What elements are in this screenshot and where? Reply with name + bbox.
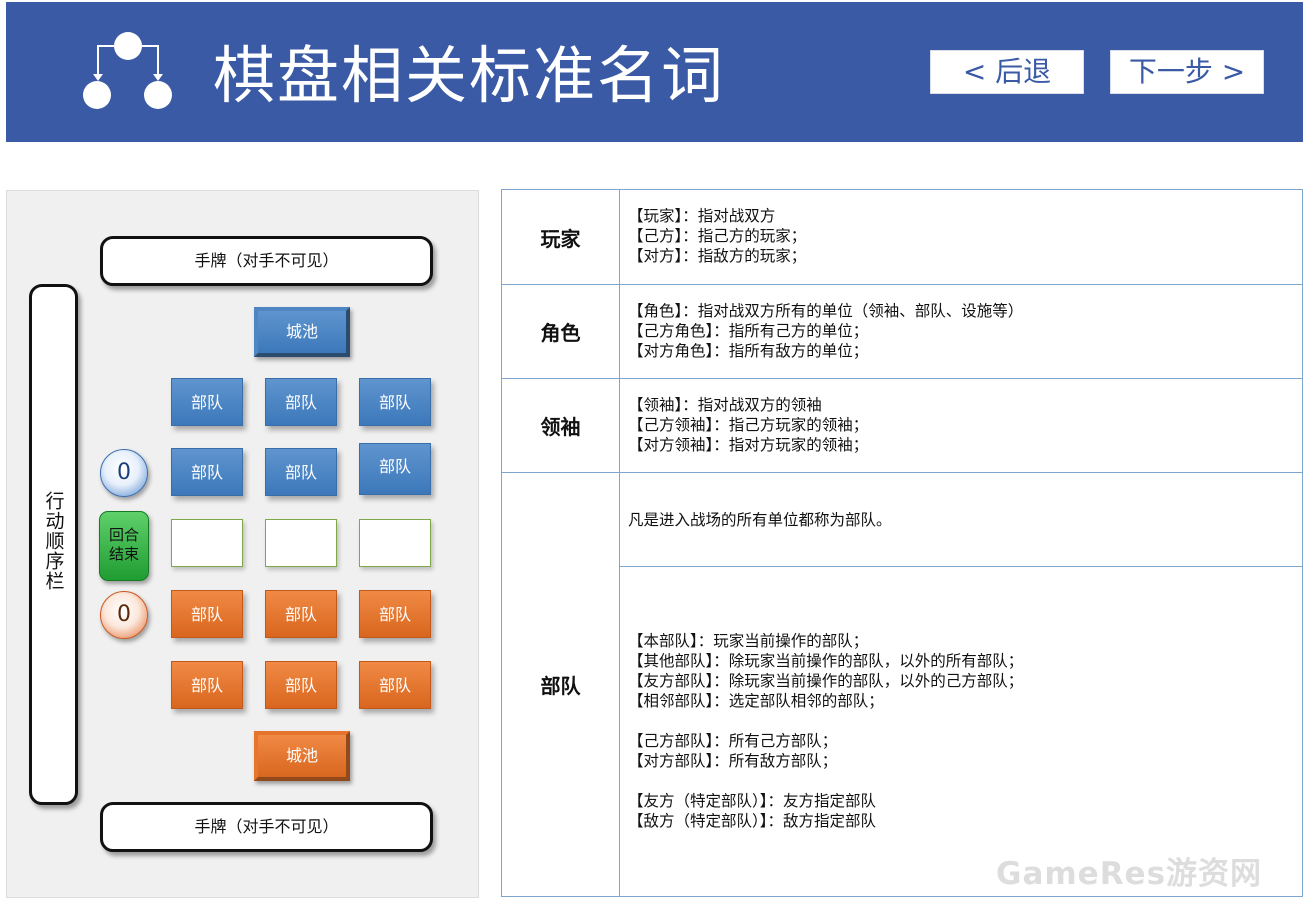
definition-line: 【角色】：指对战双方所有的单位（领袖、部队、设施等） — [628, 302, 1024, 320]
back-button[interactable]: < 后退 — [930, 50, 1084, 94]
blue-city: 城池 — [254, 307, 350, 357]
definition-cell: 【角色】：指对战双方所有的单位（领袖、部队、设施等） 【己方角色】：指所有己方的… — [628, 301, 1023, 361]
definition-line: 【友方部队】：除玩家当前操作的部队，以外的己方部队； — [628, 672, 1024, 690]
empty-cell — [265, 519, 337, 567]
definition-cell: 【玩家】：指对战双方 【己方】：指己方的玩家； 【对方】：指敌方的玩家； — [628, 206, 806, 266]
empty-cell — [359, 519, 431, 567]
action-order-bar: 行动顺序栏 — [29, 284, 78, 805]
definition-line: 【领袖】：指对战双方的领袖 — [628, 396, 822, 414]
definition-cell: 【本部队】：玩家当前操作的部队； 【其他部队】：除玩家当前操作的部队，以外的所有… — [628, 631, 1023, 831]
orange-unit: 部队 — [265, 661, 337, 709]
definition-line: 【本部队】：玩家当前操作的部队； — [628, 632, 869, 650]
definition-line: 【己方领袖】：指己方玩家的领袖； — [628, 416, 869, 434]
blue-unit: 部队 — [171, 448, 243, 496]
definition-cell: 【领袖】：指对战双方的领袖 【己方领袖】：指己方玩家的领袖； 【对方领袖】：指对… — [628, 395, 868, 455]
definition-line: 【敌方（特定部队）】：敌方指定部队 — [628, 812, 877, 830]
end-turn-button[interactable]: 回合 结束 — [99, 511, 149, 581]
blue-counter: 0 — [100, 449, 148, 497]
definition-line: 【对方角色】：指所有敌方的单位； — [628, 342, 869, 360]
action-order-label: 行动顺序栏 — [42, 491, 65, 591]
definition-line: 【己方部队】：所有己方部队； — [628, 732, 838, 750]
page-title: 棋盘相关标准名词 — [213, 39, 726, 112]
orange-city: 城池 — [254, 731, 350, 781]
player-hand-area: 手牌（对手不可见） — [100, 802, 433, 852]
orange-counter: 0 — [100, 591, 148, 639]
orange-unit: 部队 — [359, 590, 431, 638]
empty-cell — [171, 519, 243, 567]
glossary-row-unit: 部队 凡是进入战场的所有单位都称为部队。 【本部队】：玩家当前操作的部队； 【其… — [502, 473, 1302, 896]
term-cell: 玩家 — [502, 190, 620, 284]
term-cell: 领袖 — [502, 379, 620, 472]
blue-unit: 部队 — [265, 378, 337, 426]
glossary-row-player: 玩家 【玩家】：指对战双方 【己方】：指己方的玩家； 【对方】：指敌方的玩家； — [502, 190, 1302, 285]
definition-line: 【玩家】：指对战双方 — [628, 207, 776, 225]
definition-intro: 凡是进入战场的所有单位都称为部队。 — [628, 511, 892, 529]
flow-diagram-icon — [83, 32, 172, 109]
orange-unit: 部队 — [359, 661, 431, 709]
next-button[interactable]: 下一步 > — [1110, 50, 1264, 94]
definition-line: 【友方（特定部队）】：友方指定部队 — [628, 792, 877, 810]
blue-unit: 部队 — [359, 443, 431, 495]
blue-unit: 部队 — [171, 378, 243, 426]
definition-line: 【己方角色】：指所有己方的单位； — [628, 322, 869, 340]
orange-unit: 部队 — [171, 661, 243, 709]
header-bar: 棋盘相关标准名词 < 后退 下一步 > — [6, 2, 1303, 142]
opponent-hand-area: 手牌（对手不可见） — [100, 236, 433, 286]
term-cell: 部队 — [502, 473, 620, 896]
definition-line: 【己方】：指己方的玩家； — [628, 227, 807, 245]
orange-unit: 部队 — [265, 590, 337, 638]
glossary-row-role: 角色 【角色】：指对战双方所有的单位（领袖、部队、设施等） 【己方角色】：指所有… — [502, 285, 1302, 379]
term-cell: 角色 — [502, 285, 620, 378]
glossary-table: 玩家 【玩家】：指对战双方 【己方】：指己方的玩家； 【对方】：指敌方的玩家； … — [501, 189, 1303, 897]
blue-unit: 部队 — [359, 378, 431, 426]
orange-unit: 部队 — [171, 590, 243, 638]
blue-unit: 部队 — [265, 448, 337, 496]
definition-line: 【对方领袖】：指对方玩家的领袖； — [628, 436, 869, 454]
watermark: GameRes游资网 — [996, 856, 1263, 892]
definition-line: 【对方部队】：所有敌方部队； — [628, 752, 838, 770]
cell-divider — [620, 566, 1302, 567]
board-diagram: 手牌（对手不可见） 行动顺序栏 城池 部队 部队 部队 部队 部队 部队 0 回… — [6, 190, 479, 898]
definition-line: 【对方】：指敌方的玩家； — [628, 247, 807, 265]
definition-line: 【相邻部队】：选定部队相邻的部队； — [628, 692, 884, 710]
glossary-row-leader: 领袖 【领袖】：指对战双方的领袖 【己方领袖】：指己方玩家的领袖； 【对方领袖】… — [502, 379, 1302, 473]
definition-line: 【其他部队】：除玩家当前操作的部队，以外的所有部队； — [628, 652, 1024, 670]
